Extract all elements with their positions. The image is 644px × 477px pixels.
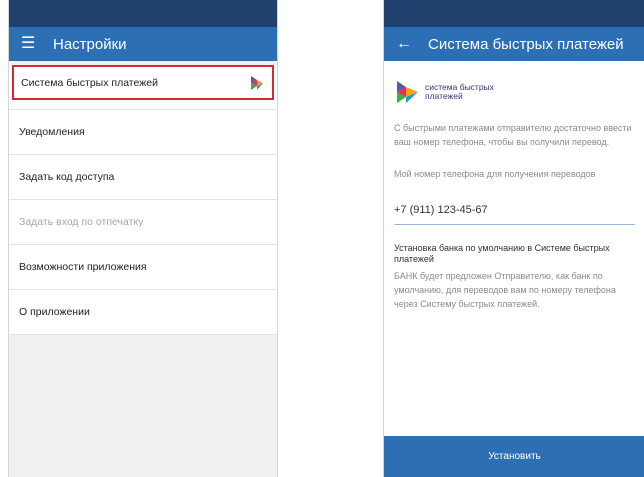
sbp-app-bar: ← Система быстрых платежей: [384, 27, 644, 61]
status-bar: [384, 0, 644, 27]
menu-item-label: Возможности приложения: [19, 261, 147, 273]
phone-field[interactable]: +7 (911) 123-45-67: [394, 204, 635, 225]
menu-item-label: Уведомления: [19, 126, 85, 138]
sbp-brand-text: система быстрых платежей: [425, 83, 494, 101]
menu-item-sbp[interactable]: Система быстрых платежей: [12, 65, 274, 100]
settings-menu: Система быстрых платежей Уведомления Зад…: [9, 65, 277, 335]
install-button[interactable]: Установить: [384, 436, 644, 477]
page-title: Система быстрых платежей: [428, 35, 624, 53]
menu-item-access-code[interactable]: Задать код доступа: [9, 155, 277, 200]
hamburger-icon[interactable]: ☰: [21, 36, 39, 52]
menu-item-label: О приложении: [19, 306, 90, 318]
menu-item-notifications[interactable]: Уведомления: [9, 110, 277, 155]
brand-line-2: платежей: [425, 91, 463, 101]
settings-screen: ☰ Настройки Система быстрых платежей Уве…: [8, 0, 278, 477]
status-bar: [9, 0, 277, 27]
sbp-content: система быстрых платежей С быстрыми плат…: [384, 61, 644, 311]
menu-item-fingerprint: Задать вход по отпечатку: [9, 200, 277, 245]
sbp-logo-icon: [397, 81, 418, 103]
back-arrow-icon[interactable]: ←: [396, 36, 414, 52]
sbp-screen: ← Система быстрых платежей система быстр…: [383, 0, 644, 477]
menu-item-label: Система быстрых платежей: [21, 76, 158, 89]
menu-item-about[interactable]: О приложении: [9, 290, 277, 335]
sbp-logo-icon: [251, 75, 263, 90]
sbp-brand: система быстрых платежей: [394, 78, 635, 106]
menu-item-label: Задать код доступа: [19, 171, 115, 183]
settings-app-bar: ☰ Настройки: [9, 27, 277, 61]
phone-label: Мой номер телефона для получения перевод…: [394, 169, 596, 179]
page-title: Настройки: [53, 35, 127, 53]
intro-text: С быстрыми платежами отправителю достато…: [394, 123, 632, 147]
menu-item-label: Задать вход по отпечатку: [19, 216, 144, 228]
menu-item-sbp-wrapper: Система быстрых платежей: [9, 65, 277, 110]
menu-item-app-features[interactable]: Возможности приложения: [9, 245, 277, 290]
default-bank-description: БАНК будет предложен Отправителю, как ба…: [394, 271, 616, 309]
default-bank-title: Установка банка по умолчанию в Системе б…: [394, 243, 610, 264]
